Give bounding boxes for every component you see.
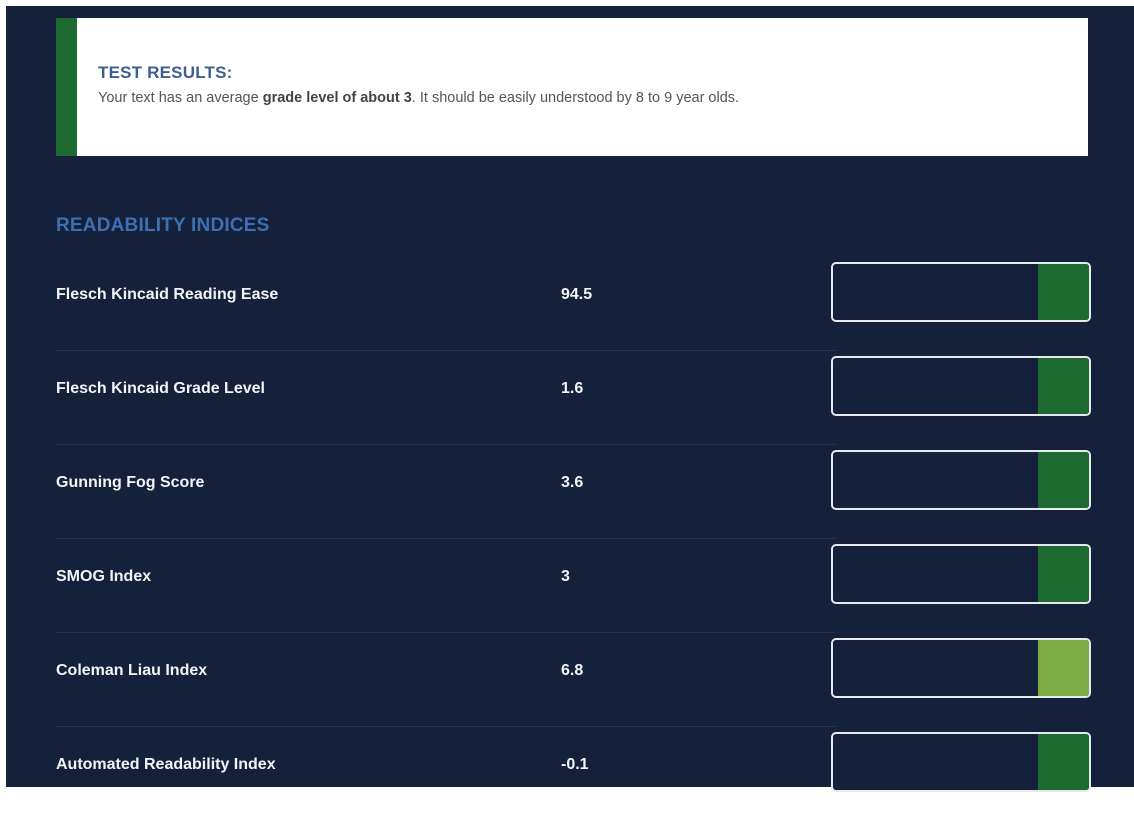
score-meter bbox=[831, 544, 1091, 604]
readability-row-coleman-liau: Coleman Liau Index 6.8 bbox=[56, 632, 1096, 726]
metric-value: 94.5 bbox=[561, 286, 593, 303]
score-meter-fill bbox=[1037, 640, 1089, 696]
score-meter-fill bbox=[1037, 358, 1089, 414]
score-meter-fill bbox=[1037, 734, 1089, 790]
readability-row-gunning-fog: Gunning Fog Score 3.6 bbox=[56, 444, 1096, 538]
score-meter-fill bbox=[1037, 452, 1089, 508]
metric-value: 6.8 bbox=[561, 662, 584, 679]
test-results-title: TEST RESULTS: bbox=[98, 63, 233, 82]
metric-value: 1.6 bbox=[561, 380, 584, 397]
metric-name: Coleman Liau Index bbox=[56, 662, 208, 679]
test-results-text-start: Your text has an average bbox=[98, 90, 263, 106]
readability-panel: TEST RESULTS: Your text has an average g… bbox=[6, 6, 1134, 792]
score-meter bbox=[831, 638, 1091, 698]
score-meter bbox=[831, 450, 1091, 510]
metric-value: -0.1 bbox=[561, 756, 589, 773]
metric-name: Flesch Kincaid Grade Level bbox=[56, 380, 265, 397]
test-results-text: Your text has an average grade level of … bbox=[98, 90, 739, 106]
score-meter bbox=[831, 262, 1091, 322]
metric-name: SMOG Index bbox=[56, 568, 152, 585]
metric-value: 3 bbox=[561, 568, 570, 585]
metric-name: Flesch Kincaid Reading Ease bbox=[56, 286, 279, 303]
readability-row-flesch-reading-ease: Flesch Kincaid Reading Ease 94.5 bbox=[56, 256, 1096, 350]
score-meter-fill bbox=[1037, 264, 1089, 320]
readability-indices-title: READABILITY INDICES bbox=[56, 215, 270, 236]
metric-name: Gunning Fog Score bbox=[56, 474, 205, 491]
score-meter-fill bbox=[1037, 546, 1089, 602]
metric-value: 3.6 bbox=[561, 474, 584, 491]
readability-row-smog: SMOG Index 3 bbox=[56, 538, 1096, 632]
test-results-grade-level: grade level of about 3 bbox=[262, 90, 412, 106]
test-results-box: TEST RESULTS: Your text has an average g… bbox=[56, 18, 1088, 156]
readability-row-automated-readability: Automated Readability Index -0.1 bbox=[56, 726, 1096, 820]
metric-name: Automated Readability Index bbox=[56, 756, 276, 773]
readability-row-flesch-grade-level: Flesch Kincaid Grade Level 1.6 bbox=[56, 350, 1096, 444]
score-meter bbox=[831, 732, 1091, 792]
test-results-text-end: . It should be easily understood by 8 to… bbox=[411, 90, 740, 106]
readability-indices-list: Flesch Kincaid Reading Ease 94.5 Flesch … bbox=[56, 256, 1096, 820]
score-meter bbox=[831, 356, 1091, 416]
